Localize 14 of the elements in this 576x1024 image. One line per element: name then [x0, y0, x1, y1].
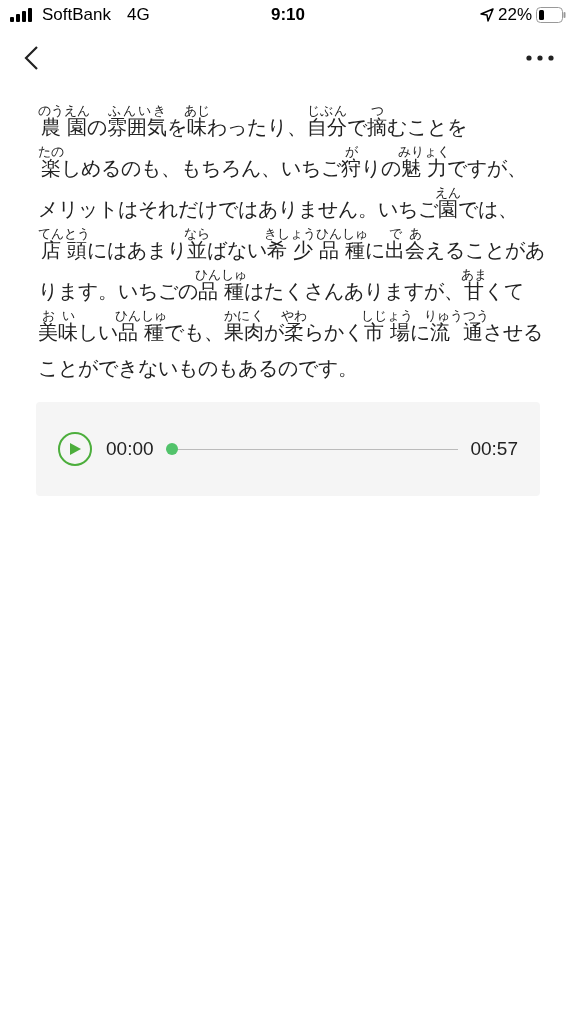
location-arrow-icon — [479, 8, 494, 22]
carrier-name: SoftBank — [42, 4, 111, 27]
progress-track[interactable] — [165, 443, 459, 455]
network-type: 4G — [127, 4, 150, 27]
clock-time: 9:10 — [271, 4, 305, 27]
play-icon — [68, 442, 82, 456]
progress-thumb[interactable] — [165, 443, 178, 455]
article-paragraph: 農園 のうえん の雰囲気 ふんいき を味 あじ わったり、自分 じぶん で摘 つ むことを 楽 たの しめるのも、もちろん、いちご狩 が りの魅力 みりょく ですが、 メリットはそれだけではありません。いちご園 えん では、 店頭 てんとう にはあまり 並 なら ばない希少品種 きしょうひんしゅ に出会 であ えることがあ ります。いちごの品種 ひんしゅ はたくさんありますが、甘 あま くて 美味 おい しい品種 ひんしゅ でも、果肉 かにく が柔 やわ らかく 市場 しじょう に流通 りゅうつう させる ことができないものもあるのです。 — [38, 104, 545, 381]
current-time: 00:00 — [106, 436, 154, 461]
battery-icon — [536, 7, 566, 23]
more-button[interactable] — [524, 53, 556, 63]
duration-time: 00:57 — [470, 436, 518, 461]
battery-percent: 22% — [497, 4, 532, 27]
play-button[interactable] — [58, 432, 92, 466]
